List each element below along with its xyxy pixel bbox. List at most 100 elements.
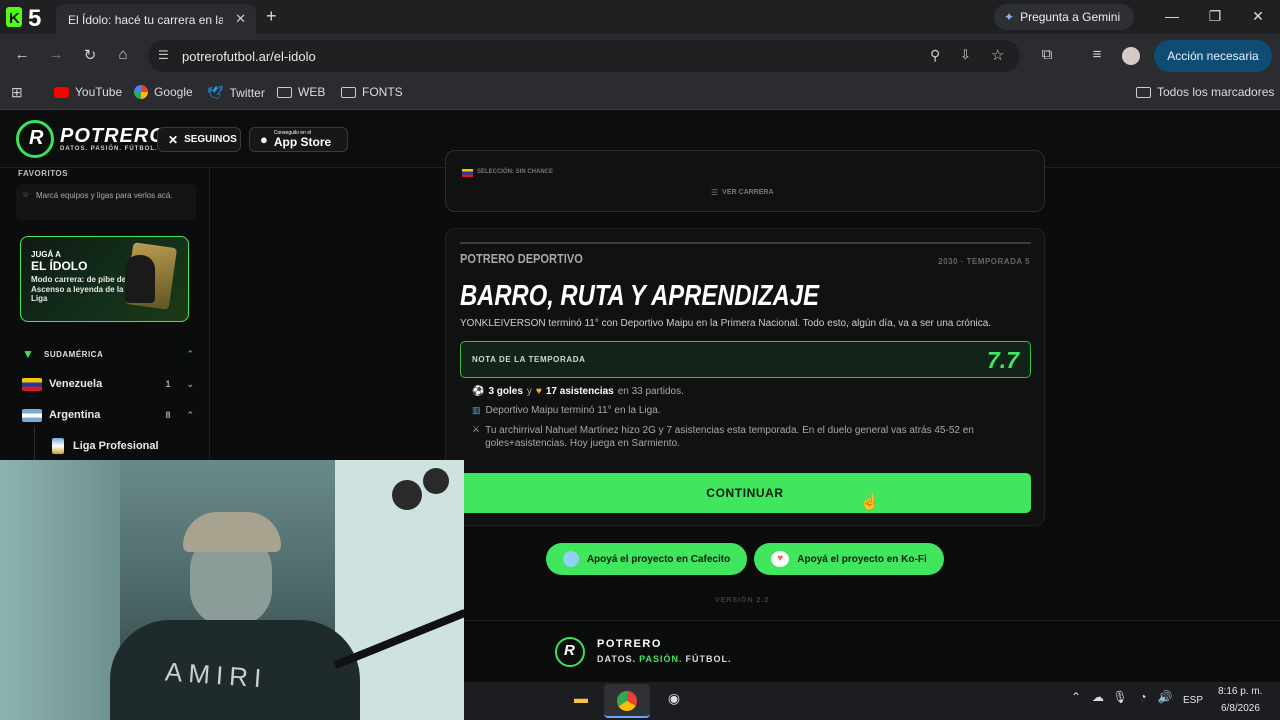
mouse-cursor-icon: ☝ (860, 494, 880, 511)
file-explorer-icon[interactable]: ▬ (569, 690, 593, 712)
folder-icon (277, 86, 292, 98)
ball-icon: ⚽ (472, 386, 485, 397)
twitter-bird-icon: 🕊 (207, 85, 224, 100)
rival-text: Tu archirrival Nahuel Martínez hizo 2G y… (485, 425, 974, 449)
chevron-down-icon: ⌄ (186, 378, 194, 389)
previous-season-card: SELECCIÓN: SIN CHANCE ☰ VER CARRERA (445, 150, 1045, 212)
heart-icon: ♥ (535, 386, 542, 397)
close-window-icon[interactable]: ✕ (1248, 8, 1268, 25)
brand-name[interactable]: POTRERO (60, 125, 166, 148)
restore-icon[interactable]: ❐ (1205, 8, 1225, 25)
media-control-icon[interactable]: ≡ (1087, 46, 1107, 63)
app-store-text: Conseguilo en el App Store (274, 131, 331, 149)
zoom-icon[interactable]: ⚲ (930, 47, 940, 64)
apps-grid-icon[interactable]: ⊞ (11, 84, 23, 101)
tagline-part: FÚTBOL. (685, 654, 732, 664)
action-needed-button[interactable]: Acción necesaria (1154, 40, 1272, 72)
url-text: potrerofutbol.ar/el-idolo (182, 49, 316, 64)
address-bar[interactable]: ☰ potrerofutbol.ar/el-idolo ⚲ ⇩ ☆ (148, 40, 1020, 72)
k5-logo-icon: K5 (6, 4, 50, 32)
matches-value: en 33 partidos. (617, 386, 684, 397)
country-name: Argentina (49, 409, 101, 421)
chevron-up-icon[interactable]: ⌃ (1064, 690, 1088, 712)
footer-divider (464, 620, 1280, 621)
wall-record-decor-icon (423, 468, 449, 494)
liga-profesional-logo-icon (52, 438, 64, 454)
rating-label: NOTA DE LA TEMPORADA (472, 355, 586, 364)
gemini-sparkle-icon: ✦ (1004, 10, 1015, 24)
microphone-icon[interactable]: 🎙 (1108, 690, 1132, 712)
bookmark-folder-fonts[interactable]: FONTS (341, 85, 403, 99)
potrero-logo-icon[interactable]: R (16, 120, 54, 158)
season-rating-box: NOTA DE LA TEMPORADA 7.7 (460, 341, 1031, 378)
bookmarks-bar: ⊞ YouTube Google 🕊 Twitter WEB FONTS Tod… (0, 78, 1280, 110)
season-headline: BARRO, RUTA Y APRENDIZAJE (460, 280, 819, 312)
bookmark-youtube[interactable]: YouTube (54, 85, 122, 99)
follow-x-button[interactable]: ✕ SEGUINOS (157, 127, 241, 152)
app-store-button[interactable]: ● Conseguilo en el App Store (249, 127, 348, 152)
season-subtitle: YONKLEIVERSON terminó 11° con Deportivo … (460, 318, 992, 329)
continue-button[interactable]: CONTINUAR (459, 473, 1031, 513)
all-bookmarks-label: Todos los marcadores (1157, 85, 1275, 99)
region-label: SUDAMÉRICA (44, 349, 104, 359)
chrome-icon (617, 691, 637, 711)
country-count: 8 (165, 410, 171, 420)
clock-time[interactable]: 8:16 p. m. (1218, 686, 1262, 697)
wall-record-decor-icon (392, 480, 422, 510)
back-icon[interactable]: ← (12, 46, 32, 63)
bookmark-label: Google (154, 85, 193, 99)
volume-icon[interactable]: 🔊 (1153, 690, 1177, 712)
venezuela-flag-icon (22, 377, 42, 391)
kofi-button[interactable]: ♥ Apoyá el proyecto en Ko-Fi (754, 543, 944, 575)
tab-close-icon[interactable]: ✕ (235, 11, 246, 27)
stats-line: ⚽ 3 goles y ♥ 17 asistencias en 33 parti… (472, 386, 684, 397)
language-indicator[interactable]: ESP (1183, 695, 1203, 706)
favorites-title: FAVORITOS (18, 169, 68, 178)
bookmark-label: FONTS (362, 85, 403, 99)
browser-tab-active[interactable]: El Ídolo: hacé tu carrera en la Liga ✕ (56, 4, 256, 34)
extensions-icon[interactable]: ⧉ (1037, 46, 1057, 63)
chevron-up-icon: ⌃ (186, 348, 194, 359)
chart-icon: ▥ (472, 405, 481, 415)
forward-icon[interactable]: → (46, 46, 66, 63)
minimize-icon[interactable]: — (1162, 8, 1182, 24)
all-bookmarks[interactable]: Todos los marcadores (1136, 85, 1274, 99)
x-logo-icon: ✕ (168, 132, 179, 147)
favorites-hint-box: ☆ Marcá equipos y ligas para verlos acá. (16, 184, 196, 220)
league-liga-profesional[interactable]: Liga Profesional (52, 438, 159, 454)
home-icon[interactable]: ⌂ (113, 46, 133, 63)
bookmark-folder-web[interactable]: WEB (277, 85, 325, 99)
clock-date[interactable]: 6/8/2026 (1221, 703, 1260, 714)
version-label: VERSIÓN 2.2 (715, 597, 770, 604)
el-idolo-promo-card[interactable]: JUGÁ A EL ÍDOLO Modo carrera: de pibe de… (20, 236, 189, 322)
view-career-label: VER CARRERA (722, 189, 774, 196)
folder-icon (1136, 86, 1151, 98)
obs-icon[interactable]: ◉ (662, 690, 686, 712)
bookmark-label: WEB (298, 85, 326, 99)
selection-status: SELECCIÓN: SIN CHANCE (477, 169, 554, 175)
region-sudamerica[interactable]: ▼ SUDAMÉRICA ⌃ (22, 346, 194, 362)
network-status-icon[interactable]: ☁ (1086, 690, 1110, 712)
bookmark-twitter[interactable]: 🕊 Twitter (207, 85, 265, 101)
cafecito-button[interactable]: Apoyá el proyecto en Cafecito (546, 543, 747, 575)
reload-icon[interactable]: ↻ (80, 46, 100, 64)
assists-value: 17 asistencias (545, 386, 614, 397)
country-count: 1 (165, 379, 171, 389)
country-venezuela[interactable]: Venezuela 1 ⌄ (22, 374, 194, 394)
crossed-swords-icon: ⚔ (472, 424, 481, 434)
bookmark-google[interactable]: Google (134, 85, 193, 99)
country-argentina[interactable]: Argentina 8 ⌃ (22, 405, 194, 425)
install-icon[interactable]: ⇩ (960, 47, 971, 63)
bookmark-label: YouTube (75, 85, 123, 99)
bookmark-star-icon[interactable]: ☆ (991, 46, 1004, 64)
star-icon: ☆ (22, 190, 30, 199)
new-tab-button[interactable]: + (266, 6, 277, 27)
site-info-icon[interactable]: ☰ (158, 48, 169, 62)
view-career-button[interactable]: ☰ VER CARRERA (711, 188, 774, 197)
gemini-button[interactable]: ✦ Pregunta a Gemini (994, 4, 1134, 30)
wifi-icon[interactable]: ◔ (1131, 690, 1155, 712)
tab-title: El Ídolo: hacé tu carrera en la Liga (68, 13, 223, 27)
profile-avatar[interactable] (1122, 47, 1140, 65)
chrome-taskbar-button[interactable] (604, 684, 650, 718)
country-name: Venezuela (49, 378, 103, 390)
